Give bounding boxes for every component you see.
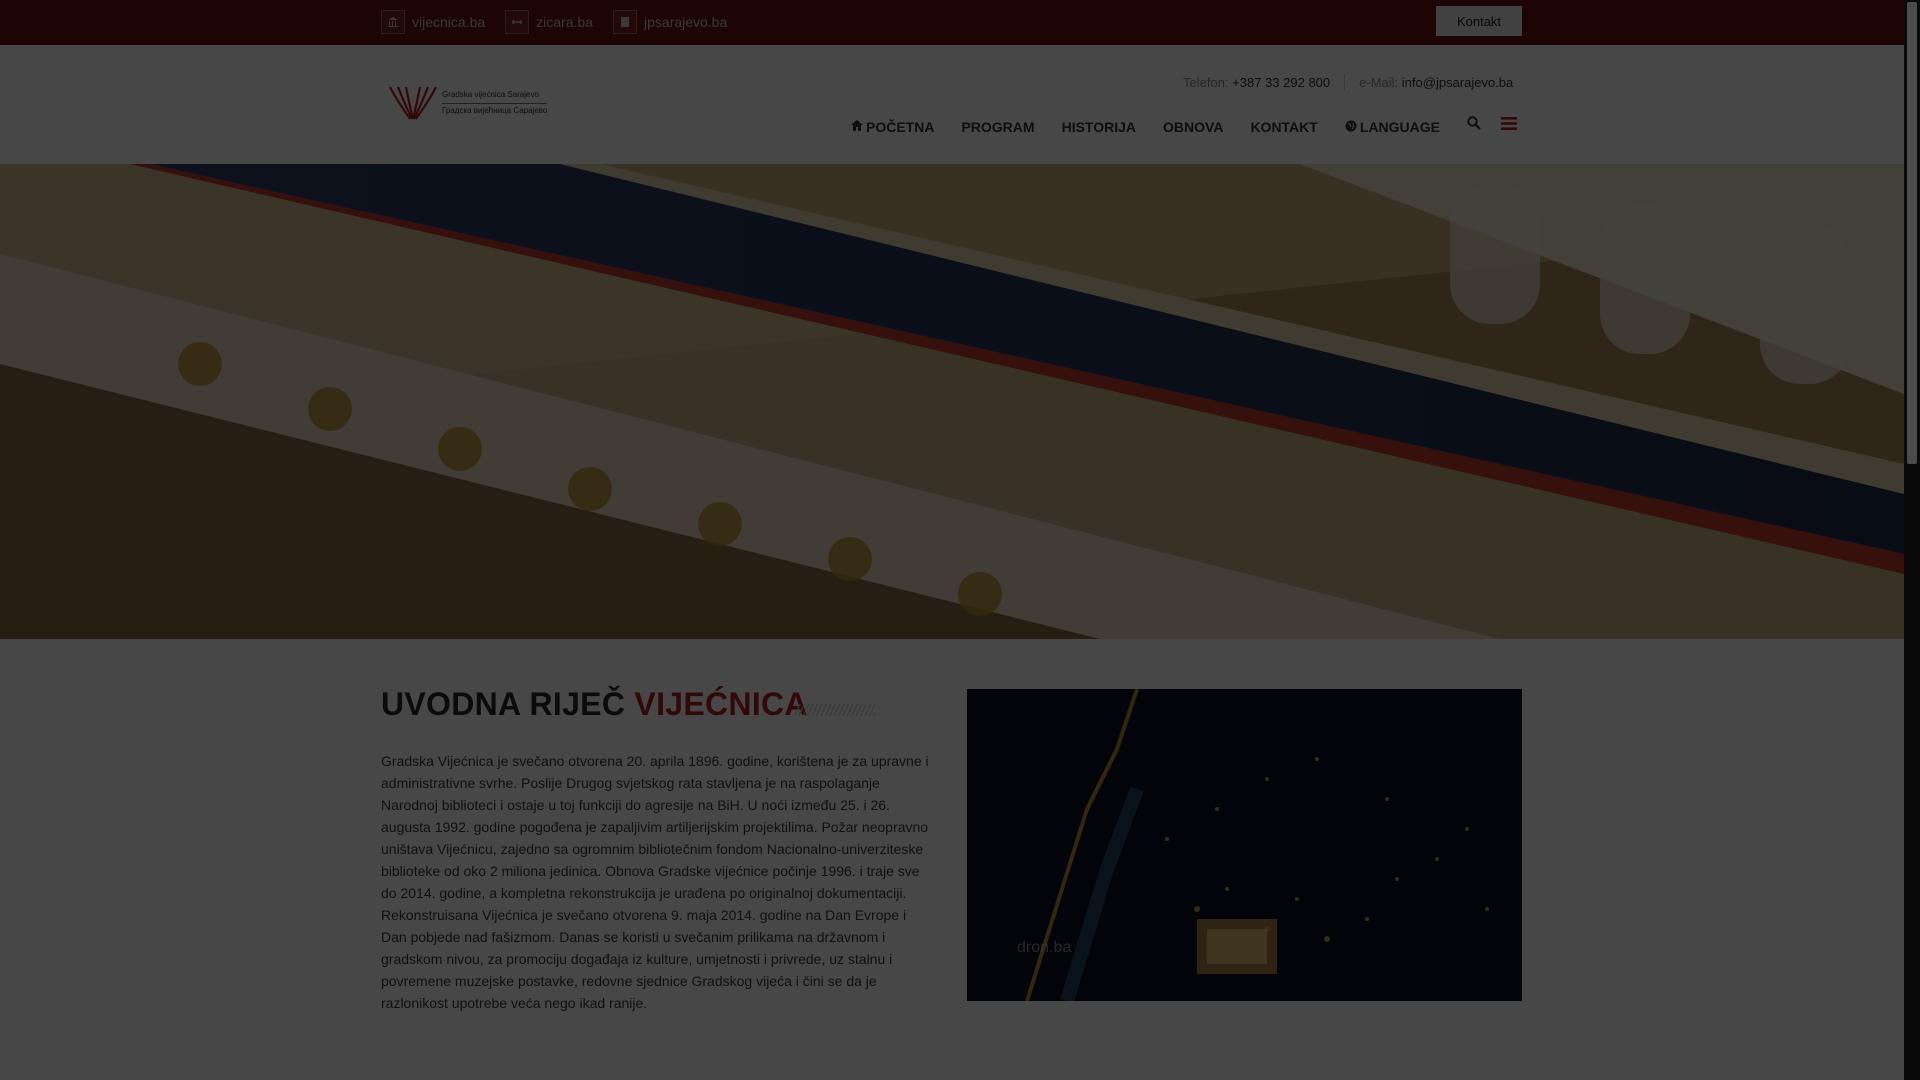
nav-icons	[1467, 116, 1537, 135]
toplink-zicara[interactable]: zicara.ba	[505, 10, 593, 34]
main-nav: POČETNA PROGRAM HISTORIJA OBNOVA KONTAKT…	[851, 119, 1467, 135]
home-icon	[851, 120, 863, 134]
nav-label: KONTAKT	[1250, 119, 1318, 135]
email-value[interactable]: info@jpsarajevo.ba	[1402, 75, 1513, 90]
intro-title-main: UVODNA RIJEČ	[381, 686, 635, 722]
scrollbar-thumb[interactable]	[1907, 2, 1917, 464]
cablecar-icon	[505, 10, 530, 34]
building-icon	[381, 10, 405, 34]
nav-label: HISTORIJA	[1061, 119, 1137, 135]
toplink-vijecnica[interactable]: vijecnica.ba	[381, 10, 485, 34]
contact-line: Telefon: +387 33 292 800 e-Mail: info@jp…	[1183, 74, 1513, 90]
logo-mark-icon	[389, 86, 437, 120]
page-scrollbar[interactable]	[1904, 0, 1920, 1080]
logo-line-cyrillic: Градска вијећница Сарајево	[442, 106, 548, 115]
toplink-label: zicara.ba	[536, 14, 593, 30]
toplink-label: vijecnica.ba	[412, 14, 486, 30]
top-bar: vijecnica.ba zicara.ba jpsarajevo.ba Kon…	[0, 0, 1904, 45]
phone-value[interactable]: +387 33 292 800	[1232, 75, 1330, 90]
nav-item-obnova[interactable]: OBNOVA	[1163, 119, 1223, 135]
title-hatch-decoration	[795, 704, 875, 716]
globe-icon	[1345, 120, 1357, 135]
photo-watermark: dron.ba	[1017, 939, 1072, 956]
email-label: e-Mail:	[1359, 74, 1399, 90]
nav-label: LANGUAGE	[1359, 119, 1440, 135]
top-links: vijecnica.ba zicara.ba jpsarajevo.ba	[381, 10, 747, 34]
nav-item-kontakt[interactable]: KONTAKT	[1250, 119, 1317, 135]
document-icon	[612, 10, 637, 34]
menu-icon[interactable]	[1501, 116, 1517, 135]
intro-title-accent: VIJEĆNICA	[634, 686, 808, 722]
nav-item-program[interactable]: PROGRAM	[961, 119, 1034, 135]
page: vijecnica.ba zicara.ba jpsarajevo.ba Kon…	[0, 0, 1904, 1080]
nav-item-historija[interactable]: HISTORIJA	[1062, 119, 1136, 135]
contact-divider	[1344, 74, 1346, 90]
city-night-photo: dron.ba	[967, 689, 1522, 1001]
nav-item-pocetna[interactable]: POČETNA	[851, 119, 934, 135]
intro-title: UVODNA RIJEČ VIJEĆNICA	[381, 686, 808, 723]
hero-image	[0, 164, 1904, 639]
logo-text: Gradska vijećnica Sarajevo Градска вијећ…	[442, 88, 548, 118]
nav-item-language[interactable]: LANGUAGE	[1345, 119, 1440, 135]
nav-label: OBNOVA	[1163, 119, 1224, 135]
intro-paragraph: Gradska Vijećnica je svečano otvorena 20…	[381, 753, 929, 1011]
kontakt-button[interactable]: Kontakt	[1436, 6, 1522, 36]
site-logo[interactable]: Gradska vijećnica Sarajevo Градска вијећ…	[388, 85, 548, 121]
phone-label: Telefon:	[1183, 74, 1229, 90]
hero-ornament-graphic	[0, 164, 1904, 639]
search-icon[interactable]	[1467, 116, 1481, 135]
logo-line-latin: Gradska vijećnica Sarajevo	[442, 88, 548, 104]
toplink-jpsarajevo[interactable]: jpsarajevo.ba	[612, 10, 728, 34]
toplink-label: jpsarajevo.ba	[643, 14, 728, 30]
nav-label: PROGRAM	[961, 119, 1035, 135]
site-header: Gradska vijećnica Sarajevo Градска вијећ…	[0, 45, 1904, 164]
nav-label: POČETNA	[866, 119, 935, 135]
